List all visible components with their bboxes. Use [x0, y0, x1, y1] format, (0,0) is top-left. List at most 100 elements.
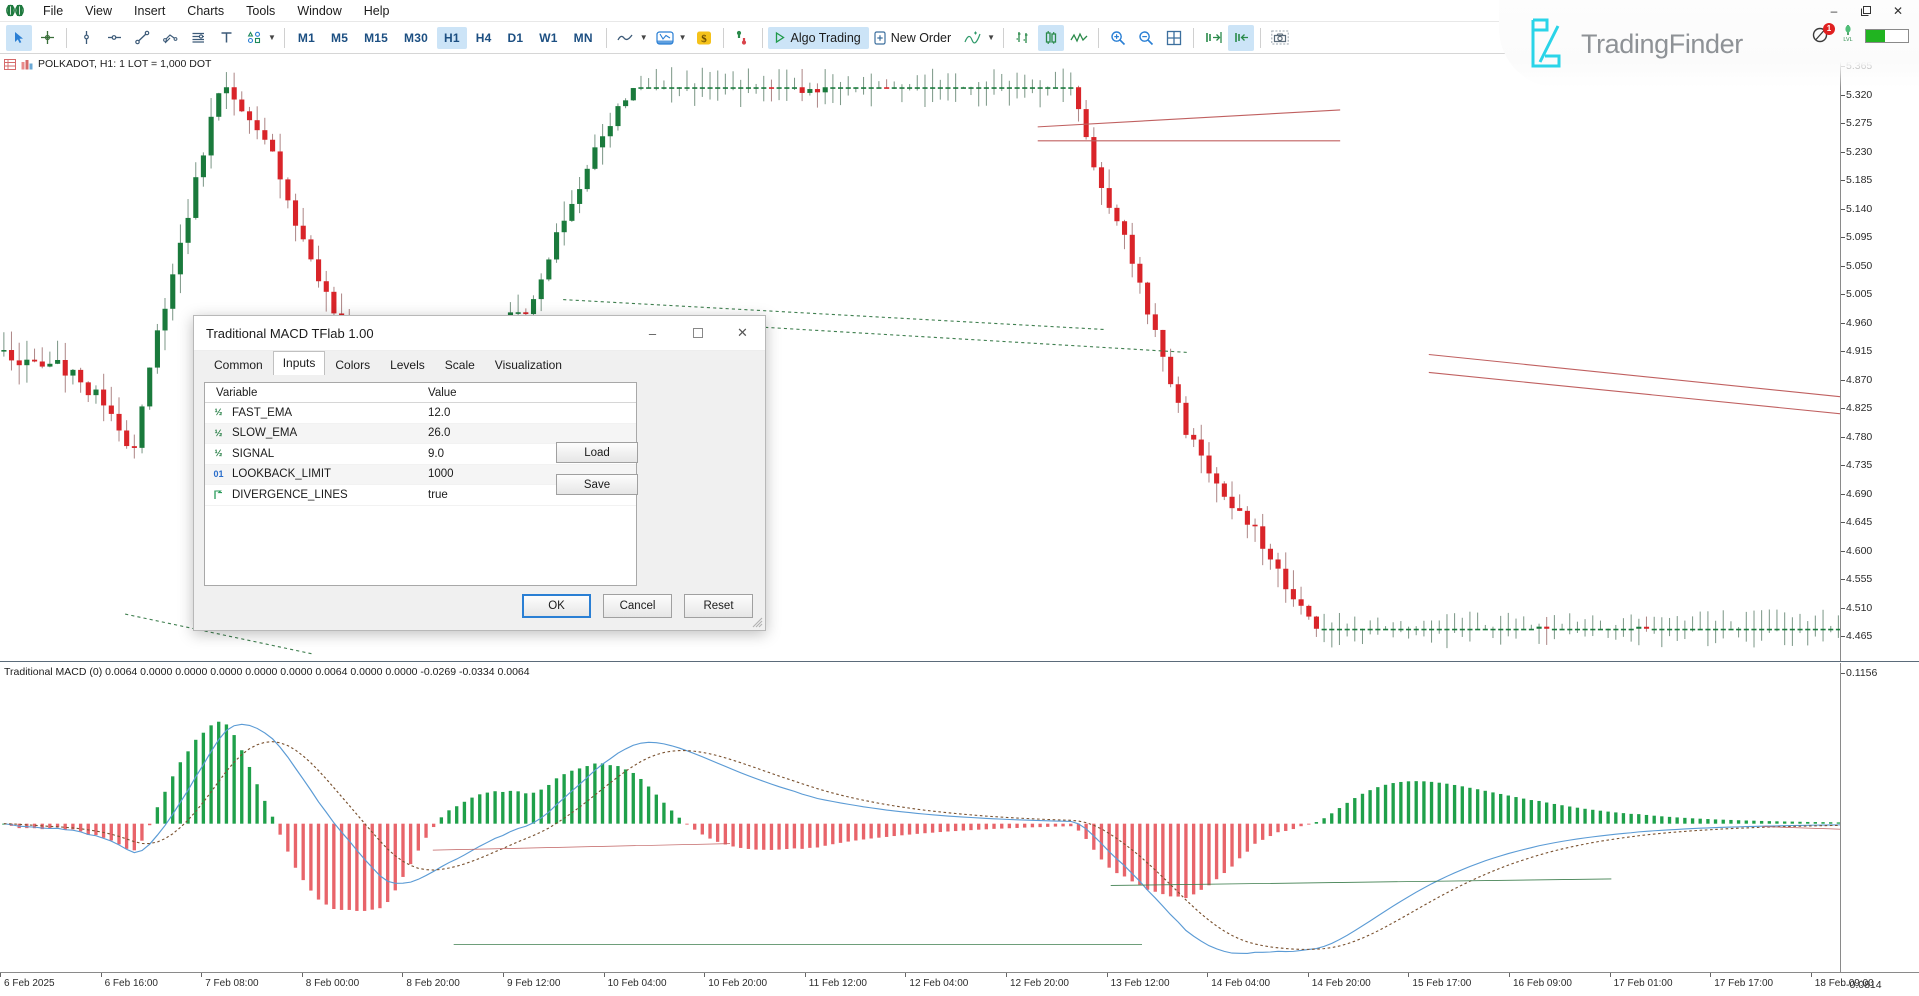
connection-status-bar [1865, 29, 1909, 43]
channel-icon[interactable] [157, 25, 183, 51]
minimize-icon[interactable]: – [1819, 2, 1849, 20]
line-chart-dropdown-caret-icon[interactable]: ▼ [640, 33, 648, 42]
crosshair-icon[interactable] [34, 25, 60, 51]
algo-trading-button[interactable]: Algo Trading [768, 27, 869, 49]
candles-mode-icon[interactable] [1038, 25, 1064, 51]
dialog-minimize-icon[interactable]: – [630, 316, 675, 350]
toolbar-separator [1260, 28, 1261, 48]
candlestick-dropdown-caret-icon[interactable]: ▼ [679, 33, 687, 42]
time-tick: 6 Feb 16:00 [105, 978, 158, 989]
menu-bar: File View Insert Charts Tools Window Hel… [0, 0, 1919, 22]
input-name-cell: 01 LOOKBACK_LIMIT [205, 468, 420, 480]
tab-scale[interactable]: Scale [435, 354, 485, 376]
shapes-dropdown-caret-icon[interactable]: ▼ [268, 33, 276, 42]
timeframe-h1[interactable]: H1 [437, 27, 467, 49]
timeframe-h4[interactable]: H4 [469, 27, 499, 49]
toolbar: ▼ M1 M5 M15 M30 H1 H4 D1 W1 MN ▼ ▼ $ Alg… [0, 22, 1919, 54]
tab-visualization[interactable]: Visualization [485, 354, 572, 376]
toolbar-separator [284, 28, 285, 48]
autotrading-signature-icon[interactable] [960, 25, 986, 51]
macd-y-axis[interactable]: 0.1156-0.0814 [1840, 663, 1919, 972]
input-value-cell[interactable]: 9.0 [420, 448, 444, 460]
menu-item-window[interactable]: Window [286, 1, 352, 21]
timeframe-d1[interactable]: D1 [500, 27, 530, 49]
fibonacci-icon[interactable] [185, 25, 211, 51]
vertical-line-icon[interactable] [73, 25, 99, 51]
time-tick: 11 Feb 12:00 [809, 978, 867, 989]
table-row[interactable]: ½ FAST_EMA 12.0 [205, 403, 636, 424]
tab-inputs[interactable]: Inputs [273, 351, 326, 375]
horizontal-line-icon[interactable] [101, 25, 127, 51]
ok-button[interactable]: OK [522, 594, 591, 618]
input-name-cell: ½ SLOW_EMA [205, 427, 420, 439]
zoom-out-icon[interactable] [1133, 25, 1159, 51]
menu-item-tools[interactable]: Tools [235, 1, 286, 21]
shapes-icon[interactable] [241, 25, 267, 51]
menu-item-charts[interactable]: Charts [176, 1, 235, 21]
notifications-icon[interactable]: 1 [1811, 26, 1831, 46]
timeframe-mn[interactable]: MN [567, 27, 600, 49]
timeframe-m5[interactable]: M5 [324, 27, 355, 49]
tab-levels[interactable]: Levels [380, 354, 435, 376]
price-tick: 4.510 [1846, 602, 1872, 614]
macd-pane[interactable]: Traditional MACD (0) 0.0064 0.0000 0.000… [0, 663, 1919, 972]
menu-item-view[interactable]: View [74, 1, 123, 21]
dialog-maximize-icon[interactable] [675, 316, 720, 350]
price-chart-label-text: POLKADOT, H1: 1 LOT = 1,000 DOT [38, 58, 211, 70]
float-type-icon: ½ [211, 428, 226, 439]
table-row[interactable]: ½ SLOW_EMA 26.0 [205, 424, 636, 445]
cursor-icon[interactable] [6, 25, 32, 51]
line-chart-icon[interactable] [613, 25, 639, 51]
input-value-cell[interactable]: 12.0 [420, 407, 450, 419]
text-icon[interactable] [213, 25, 239, 51]
dialog-tabs: Common Inputs Colors Levels Scale Visual… [194, 351, 765, 375]
menu-item-insert[interactable]: Insert [123, 1, 176, 21]
timeframe-m30[interactable]: M30 [397, 27, 435, 49]
signature-dropdown-caret-icon[interactable]: ▼ [987, 33, 995, 42]
line-mode-icon[interactable] [1066, 25, 1092, 51]
time-tick: 7 Feb 08:00 [205, 978, 258, 989]
tab-common[interactable]: Common [204, 354, 273, 376]
input-value-cell[interactable]: 1000 [420, 468, 454, 480]
screenshot-icon[interactable] [1267, 25, 1293, 51]
indicator-properties-dialog[interactable]: Traditional MACD TFlab 1.00 – ✕ Common I… [193, 315, 766, 631]
bar-chart-mode-icon[interactable] [1010, 25, 1036, 51]
reset-button[interactable]: Reset [684, 594, 753, 618]
price-tick: 5.095 [1846, 231, 1872, 243]
indicators-icon[interactable] [730, 25, 756, 51]
price-y-axis[interactable]: 5.3655.3205.2755.2305.1855.1405.0955.050… [1840, 55, 1919, 661]
shift-end-icon[interactable] [1200, 25, 1226, 51]
new-order-button[interactable]: New Order [869, 27, 959, 49]
close-icon[interactable]: ✕ [1883, 2, 1913, 20]
timeframe-m1[interactable]: M1 [291, 27, 322, 49]
trendline-icon[interactable] [129, 25, 155, 51]
macd-plot [0, 663, 1919, 972]
save-button[interactable]: Save [556, 474, 638, 495]
maximize-icon[interactable] [1851, 2, 1881, 20]
tab-colors[interactable]: Colors [325, 354, 380, 376]
toolbar-separator [1003, 28, 1004, 48]
dollar-chart-icon[interactable]: $ [691, 25, 717, 51]
candlestick-chart-icon[interactable] [652, 25, 678, 51]
timeframe-m15[interactable]: M15 [357, 27, 395, 49]
price-tick: 5.275 [1846, 117, 1872, 129]
time-tick: 9 Feb 12:00 [507, 978, 560, 989]
dialog-close-icon[interactable]: ✕ [720, 316, 765, 350]
grid-icon[interactable] [1161, 25, 1187, 51]
time-tick: 17 Feb 17:00 [1714, 978, 1773, 989]
menu-item-file[interactable]: File [32, 1, 74, 21]
dialog-title-bar[interactable]: Traditional MACD TFlab 1.00 – ✕ [194, 316, 765, 351]
toolbar-separator [66, 28, 67, 48]
auto-scroll-icon[interactable] [1228, 25, 1254, 51]
input-value-cell[interactable]: true [420, 489, 448, 501]
price-tick: 5.140 [1846, 203, 1872, 215]
time-tick: 6 Feb 2025 [4, 978, 55, 989]
timeframe-w1[interactable]: W1 [532, 27, 564, 49]
menu-item-help[interactable]: Help [353, 1, 401, 21]
cancel-button[interactable]: Cancel [603, 594, 672, 618]
dialog-resize-grip[interactable] [751, 616, 763, 628]
input-value-cell[interactable]: 26.0 [420, 427, 450, 439]
load-button[interactable]: Load [556, 442, 638, 463]
window-controls: – ✕ [1819, 2, 1913, 20]
zoom-in-icon[interactable] [1105, 25, 1131, 51]
